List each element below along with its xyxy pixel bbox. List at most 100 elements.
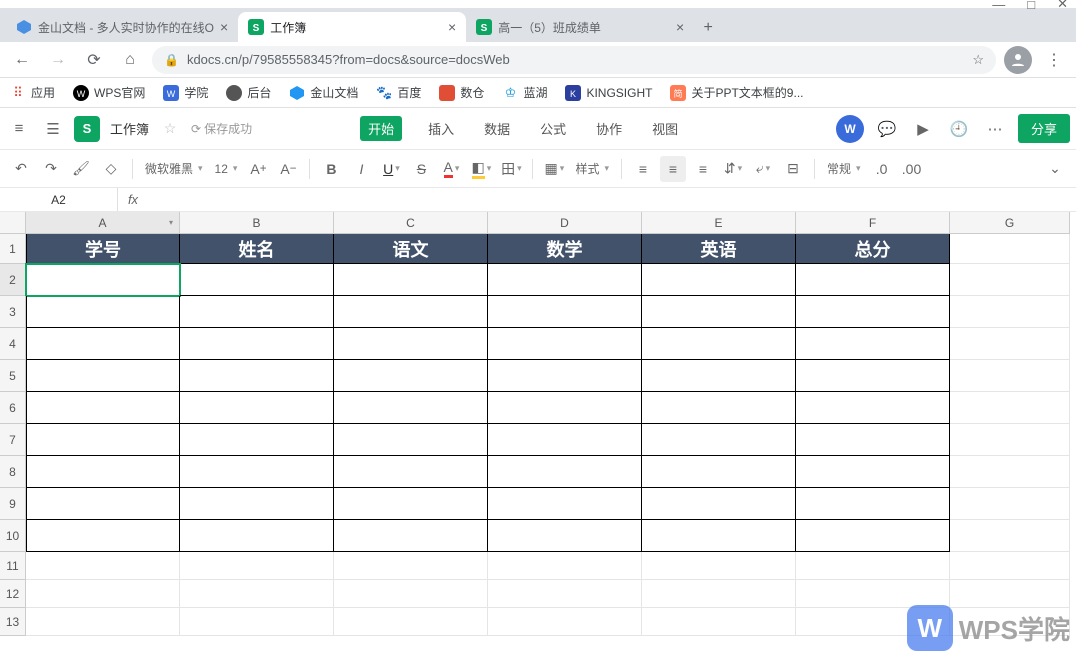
cell-A2[interactable] [26, 264, 180, 296]
url-input[interactable]: 🔒 kdocs.cn/p/79585558345?from=docs&sourc… [152, 46, 996, 74]
cell[interactable] [180, 488, 334, 520]
window-min[interactable]: — [992, 0, 1005, 12]
bookmark-item[interactable]: 数仓 [439, 84, 484, 101]
cell[interactable] [642, 296, 796, 328]
cell[interactable] [642, 580, 796, 608]
bookmark-item[interactable]: KKINGSIGHT [565, 85, 652, 101]
cell[interactable] [796, 360, 950, 392]
cell[interactable] [334, 328, 488, 360]
cell[interactable] [26, 456, 180, 488]
cell[interactable] [180, 328, 334, 360]
cell[interactable] [26, 296, 180, 328]
cell[interactable] [950, 552, 1070, 580]
borders-button[interactable]: 田▾ [498, 156, 524, 182]
cell[interactable] [950, 392, 1070, 424]
cell[interactable] [642, 520, 796, 552]
cell[interactable] [180, 552, 334, 580]
column-header-F[interactable]: F [796, 212, 950, 234]
cell[interactable] [180, 360, 334, 392]
play-icon[interactable]: ▶ [910, 116, 936, 142]
chevron-down-icon[interactable]: ▾ [169, 218, 173, 227]
column-header-A[interactable]: A▾ [26, 212, 180, 234]
cell[interactable] [26, 580, 180, 608]
font-name-select[interactable]: 微软雅黑▾ [141, 160, 207, 177]
bookmark-item[interactable]: 金山文档 [289, 84, 358, 101]
cell[interactable] [642, 552, 796, 580]
home-button[interactable]: ⌂ [116, 46, 144, 74]
cell[interactable] [950, 296, 1070, 328]
new-tab-button[interactable]: + [694, 14, 722, 42]
cell[interactable] [180, 520, 334, 552]
column-header-D[interactable]: D [488, 212, 642, 234]
star-button[interactable]: ☆ [157, 116, 183, 142]
cell[interactable] [642, 488, 796, 520]
cell[interactable] [796, 392, 950, 424]
browser-tab-0[interactable]: 金山文档 - 多人实时协作的在线O × [6, 12, 238, 42]
browser-tab-2[interactable]: S 高一（5）班成绩单 × [466, 12, 694, 42]
italic-button[interactable]: I [348, 156, 374, 182]
row-header[interactable]: 3 [0, 296, 26, 328]
row-header[interactable]: 4 [0, 328, 26, 360]
header-cell[interactable]: 语文 [334, 234, 488, 264]
header-cell[interactable]: 英语 [642, 234, 796, 264]
cell[interactable] [26, 520, 180, 552]
cell[interactable] [488, 424, 642, 456]
undo-button[interactable]: ↶ [8, 156, 34, 182]
cell[interactable] [950, 424, 1070, 456]
tab-close-icon[interactable]: × [220, 19, 228, 35]
profile-avatar[interactable] [1004, 46, 1032, 74]
cell[interactable] [488, 520, 642, 552]
cell[interactable] [796, 488, 950, 520]
header-cell[interactable]: 姓名 [180, 234, 334, 264]
window-close[interactable]: ✕ [1057, 0, 1068, 12]
document-name[interactable]: 工作簿 [110, 119, 149, 138]
row-header[interactable]: 9 [0, 488, 26, 520]
bookmark-item[interactable]: WWPS官网 [73, 84, 145, 101]
cell[interactable] [642, 360, 796, 392]
bookmark-item[interactable]: ♔蓝湖 [502, 84, 547, 101]
menu-view[interactable]: 视图 [648, 116, 682, 141]
cell[interactable] [950, 580, 1070, 608]
cell[interactable] [180, 456, 334, 488]
menu-insert[interactable]: 插入 [424, 116, 458, 141]
cell[interactable] [180, 580, 334, 608]
header-cell[interactable]: 总分 [796, 234, 950, 264]
header-cell[interactable]: 学号 [26, 234, 180, 264]
apps-button[interactable]: ⠿应用 [10, 84, 55, 101]
font-color-button[interactable]: A▾ [438, 156, 464, 182]
cell[interactable] [950, 328, 1070, 360]
cell[interactable] [334, 360, 488, 392]
cell[interactable] [796, 552, 950, 580]
cell[interactable] [796, 264, 950, 296]
cell[interactable] [796, 296, 950, 328]
strikethrough-button[interactable]: S [408, 156, 434, 182]
cell[interactable] [488, 552, 642, 580]
cell[interactable] [950, 520, 1070, 552]
cell[interactable] [26, 392, 180, 424]
browser-tab-1[interactable]: S 工作簿 × [238, 12, 466, 42]
cell[interactable] [26, 360, 180, 392]
cell[interactable] [334, 552, 488, 580]
row-header[interactable]: 8 [0, 456, 26, 488]
column-header-G[interactable]: G [950, 212, 1070, 234]
underline-button[interactable]: U▾ [378, 156, 404, 182]
tab-close-icon[interactable]: × [448, 19, 456, 35]
bookmark-item[interactable]: W学院 [163, 84, 208, 101]
star-icon[interactable]: ☆ [972, 52, 984, 68]
cell[interactable] [488, 392, 642, 424]
decimal-decrease-icon[interactable]: .00 [899, 156, 925, 182]
cell[interactable] [950, 488, 1070, 520]
cell[interactable] [642, 456, 796, 488]
style-select[interactable]: 样式▾ [571, 160, 613, 177]
fill-color-button[interactable]: ◧▾ [468, 156, 494, 182]
row-header[interactable]: 12 [0, 580, 26, 608]
cell[interactable] [334, 580, 488, 608]
font-increase-button[interactable]: A+ [245, 156, 271, 182]
cell[interactable] [950, 456, 1070, 488]
decimal-increase-icon[interactable]: .0 [869, 156, 895, 182]
indent-button[interactable]: ⊟ [780, 156, 806, 182]
menu-formula[interactable]: 公式 [536, 116, 570, 141]
reload-button[interactable]: ⟳ [80, 46, 108, 74]
menu-data[interactable]: 数据 [480, 116, 514, 141]
menu-start[interactable]: 开始 [360, 116, 402, 141]
